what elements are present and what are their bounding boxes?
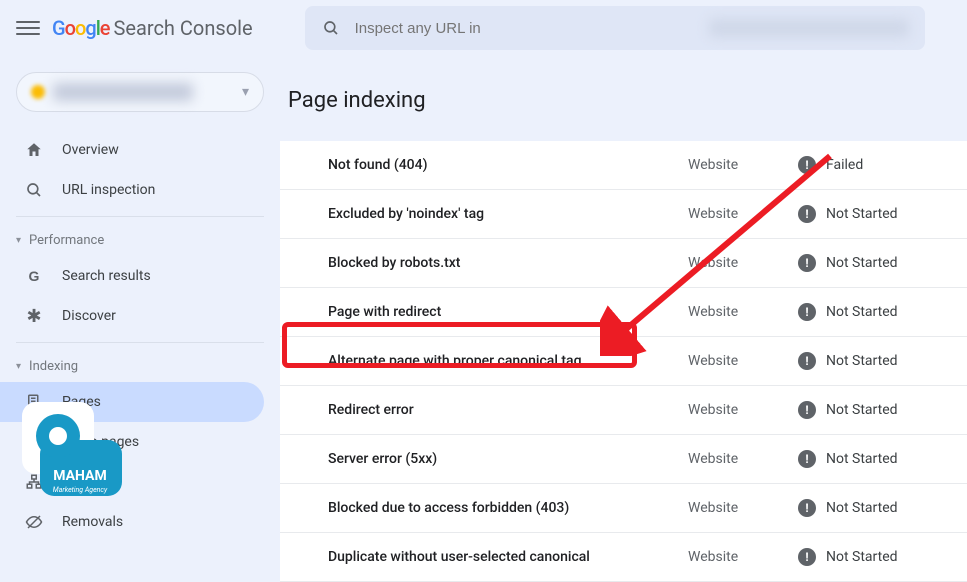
status-text: Not Started bbox=[826, 206, 898, 222]
sidebar-item-discover[interactable]: ✱ Discover bbox=[0, 296, 264, 336]
status-icon: ! bbox=[798, 450, 816, 468]
table-row[interactable]: Not found (404)Website! Failed bbox=[280, 141, 967, 190]
table-row[interactable]: Alternate page with proper canonical tag… bbox=[280, 337, 967, 386]
sidebar-item-label: Overview bbox=[62, 142, 119, 158]
reason-cell: Alternate page with proper canonical tag bbox=[328, 353, 688, 369]
sidebar-item-label: Search results bbox=[62, 268, 151, 284]
status-icon: ! bbox=[798, 548, 816, 566]
url-inspect-search[interactable] bbox=[305, 6, 925, 50]
discover-icon: ✱ bbox=[24, 306, 44, 326]
section-performance[interactable]: ▾ Performance bbox=[0, 223, 280, 256]
caret-icon: ▾ bbox=[16, 235, 21, 246]
status-text: Failed bbox=[826, 157, 863, 173]
table-row[interactable]: Blocked due to access forbidden (403)Web… bbox=[280, 484, 967, 533]
status-icon: ! bbox=[798, 352, 816, 370]
source-cell: Website bbox=[688, 353, 798, 369]
status-text: Not Started bbox=[826, 255, 898, 271]
source-cell: Website bbox=[688, 255, 798, 271]
caret-icon: ▾ bbox=[16, 361, 21, 372]
sidebar-item-label: Removals bbox=[62, 514, 123, 530]
section-title: Indexing bbox=[29, 359, 78, 374]
chevron-down-icon: ▾ bbox=[242, 84, 249, 100]
reason-cell: Blocked due to access forbidden (403) bbox=[328, 500, 688, 516]
property-selector[interactable]: ▾ bbox=[16, 72, 264, 112]
sidebar-item-label: URL inspection bbox=[62, 182, 155, 198]
status-icon: ! bbox=[798, 156, 816, 174]
sidebar-item-search-results[interactable]: G Search results bbox=[0, 256, 264, 296]
sidebar-item-label: Discover bbox=[62, 308, 116, 324]
source-cell: Website bbox=[688, 157, 798, 173]
main-content: Page indexing Not found (404)Website!Fai… bbox=[280, 56, 967, 550]
g-icon: G bbox=[24, 266, 44, 286]
status-cell: ! Not Started bbox=[798, 548, 898, 566]
search-icon bbox=[24, 180, 44, 200]
status-text: Not Started bbox=[826, 549, 898, 565]
url-inspect-input[interactable] bbox=[355, 20, 695, 37]
status-cell: ! Not Started bbox=[798, 499, 898, 517]
source-cell: Website bbox=[688, 206, 798, 222]
hamburger-menu[interactable] bbox=[16, 16, 40, 40]
status-cell: ! Not Started bbox=[798, 303, 898, 321]
source-cell: Website bbox=[688, 549, 798, 565]
status-text: Not Started bbox=[826, 402, 898, 418]
status-icon: ! bbox=[798, 401, 816, 419]
source-cell: Website bbox=[688, 451, 798, 467]
status-text: Not Started bbox=[826, 304, 898, 320]
status-cell: ! Not Started bbox=[798, 401, 898, 419]
sidebar-item-url-inspection[interactable]: URL inspection bbox=[0, 170, 264, 210]
source-cell: Website bbox=[688, 304, 798, 320]
reason-cell: Redirect error bbox=[328, 402, 688, 418]
status-icon: ! bbox=[798, 205, 816, 223]
status-cell: ! Not Started bbox=[798, 254, 898, 272]
status-cell: ! Failed bbox=[798, 156, 863, 174]
source-cell: Website bbox=[688, 402, 798, 418]
page-title: Page indexing bbox=[288, 80, 967, 141]
product-name: Search Console bbox=[114, 16, 253, 40]
table-row[interactable]: Redirect errorWebsite! Not Started bbox=[280, 386, 967, 435]
reason-cell: Blocked by robots.txt bbox=[328, 255, 688, 271]
status-icon: ! bbox=[798, 499, 816, 517]
reason-cell: Page with redirect bbox=[328, 304, 688, 320]
table-row[interactable]: Server error (5xx)Website! Not Started bbox=[280, 435, 967, 484]
status-cell: ! Not Started bbox=[798, 450, 898, 468]
reason-cell: Excluded by 'noindex' tag bbox=[328, 206, 688, 222]
indexing-reasons-table: Not found (404)Website!FailedExcluded by… bbox=[280, 141, 967, 582]
product-logo: Google Search Console bbox=[52, 16, 253, 40]
status-cell: ! Not Started bbox=[798, 205, 898, 223]
section-title: Performance bbox=[29, 233, 104, 248]
section-indexing[interactable]: ▾ Indexing bbox=[0, 349, 280, 382]
redacted-property bbox=[53, 83, 193, 101]
svg-text:Marketing Agency: Marketing Agency bbox=[53, 486, 108, 494]
watermark-logo: MAHAM Marketing Agency bbox=[22, 402, 122, 502]
status-text: Not Started bbox=[826, 451, 898, 467]
google-logo: Google bbox=[52, 16, 110, 40]
reason-cell: Server error (5xx) bbox=[328, 451, 688, 467]
status-text: Not Started bbox=[826, 500, 898, 516]
redacted-domain bbox=[709, 19, 909, 37]
status-icon: ! bbox=[798, 254, 816, 272]
table-row[interactable]: Duplicate without user-selected canonica… bbox=[280, 533, 967, 582]
sidebar-item-overview[interactable]: Overview bbox=[0, 130, 264, 170]
table-row[interactable]: Excluded by 'noindex' tagWebsite! Not Sta… bbox=[280, 190, 967, 239]
reason-cell: Not found (404) bbox=[328, 157, 688, 173]
removals-icon bbox=[24, 512, 44, 532]
reason-cell: Duplicate without user-selected canonica… bbox=[328, 549, 688, 565]
table-row[interactable]: Page with redirectWebsite! Not Started bbox=[280, 288, 967, 337]
search-icon bbox=[321, 18, 341, 38]
status-icon: ! bbox=[798, 303, 816, 321]
table-row[interactable]: Blocked by robots.txtWebsite! Not Started bbox=[280, 239, 967, 288]
status-text: Not Started bbox=[826, 353, 898, 369]
home-icon bbox=[24, 140, 44, 160]
status-cell: ! Not Started bbox=[798, 352, 898, 370]
svg-text:MAHAM: MAHAM bbox=[53, 468, 106, 484]
source-cell: Website bbox=[688, 500, 798, 516]
sidebar-item-removals[interactable]: Removals bbox=[0, 502, 264, 542]
